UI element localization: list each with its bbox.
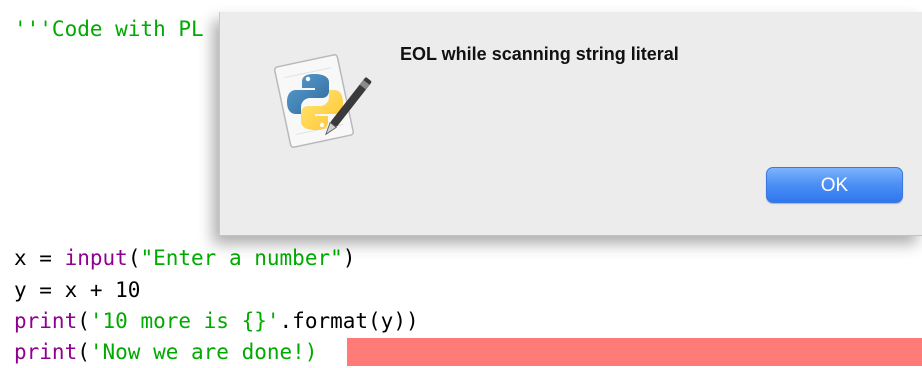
ok-button[interactable]: OK xyxy=(766,167,903,203)
string-token: '10 more is {}' xyxy=(89,309,280,333)
python-script-icon xyxy=(264,46,374,156)
code-line-1[interactable]: '''Code with PL xyxy=(14,14,204,45)
builtin-token: print xyxy=(14,340,78,364)
code-line-2[interactable]: x = input("Enter a number") xyxy=(14,243,355,274)
operator-token: = xyxy=(26,246,65,270)
syntax-error-highlight xyxy=(347,338,922,366)
code-line-4[interactable]: print('10 more is {}'.format(y)) xyxy=(14,306,419,337)
code-text: .format(y)) xyxy=(279,309,419,333)
code-line-5[interactable]: print('Now we are done!) xyxy=(14,337,317,368)
code-line-3[interactable]: y = x + 10 xyxy=(14,275,140,306)
paren-token: ( xyxy=(77,340,90,364)
error-message: EOL while scanning string literal xyxy=(400,44,679,64)
string-token: "Enter a number" xyxy=(140,246,343,270)
variable-token: x xyxy=(14,246,27,270)
code-text: y = x + 10 xyxy=(14,278,141,302)
paren-token: ) xyxy=(342,246,356,270)
builtin-token: input xyxy=(64,246,128,270)
paren-token: ( xyxy=(77,309,90,333)
builtin-token: print xyxy=(14,309,78,333)
paren-token: ( xyxy=(127,246,141,270)
error-dialog: EOL while scanning string literal OK xyxy=(219,12,922,236)
string-token: 'Now we are done!) xyxy=(89,340,318,364)
docstring-token: '''Code with PL xyxy=(14,17,204,41)
